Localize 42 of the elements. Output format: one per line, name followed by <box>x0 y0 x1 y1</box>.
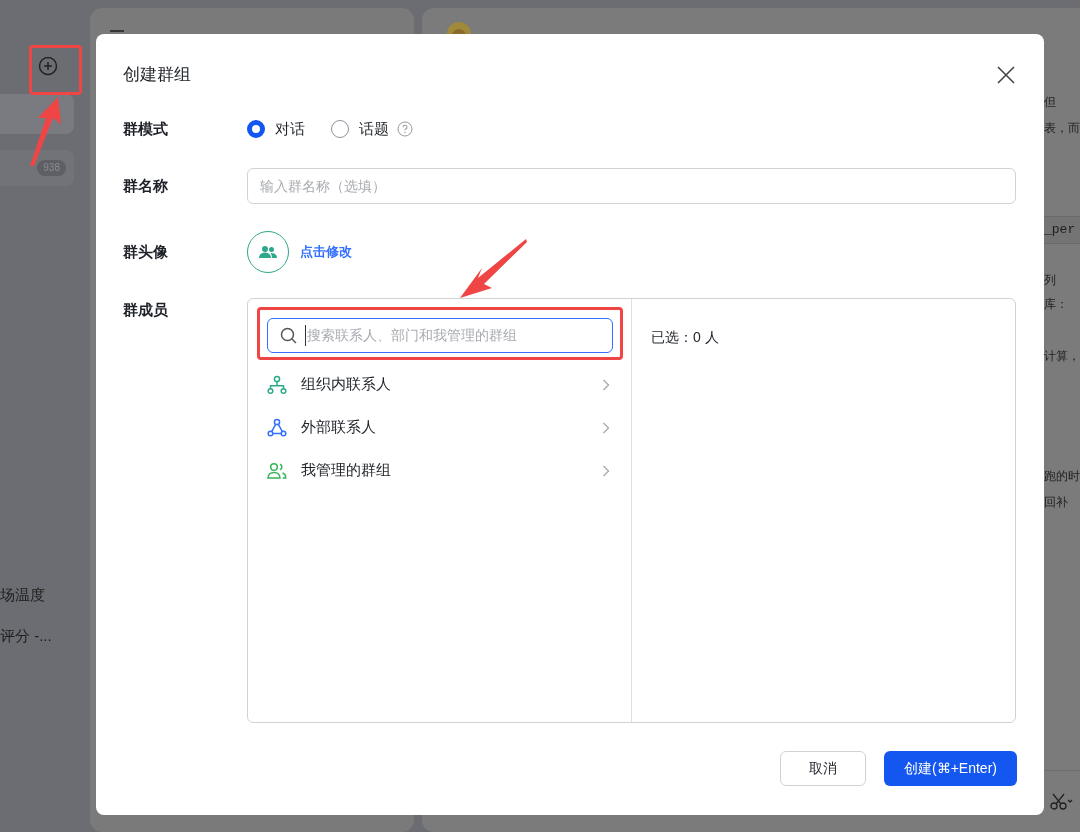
field-label: 群模式 <box>123 118 169 139</box>
group-name-field[interactable]: 输入群名称（选填） <box>247 168 1016 204</box>
search-field[interactable]: 搜索联系人、部门和我管理的群组 <box>267 318 613 353</box>
radio-label[interactable]: 话题 <box>359 117 389 141</box>
chat-item-text: 场温度 <box>0 585 46 605</box>
chevron-icon <box>602 464 610 477</box>
create-button[interactable]: 创建(⌘+Enter) <box>884 751 1017 786</box>
radio-button[interactable] <box>247 120 265 138</box>
help-icon[interactable] <box>397 121 413 137</box>
message-text: 表，而 <box>1044 120 1080 137</box>
people-icon <box>259 245 277 259</box>
message-text: 回补 <box>1044 494 1069 511</box>
code-block: _per <box>1044 216 1080 244</box>
radio-button[interactable] <box>331 120 349 138</box>
radio-label[interactable]: 对话 <box>275 117 305 141</box>
search-icon <box>280 327 297 344</box>
chevron-icon <box>602 378 610 391</box>
close-icon[interactable] <box>997 66 1015 84</box>
category-item[interactable]: 组织内联系人 <box>267 363 612 406</box>
category-item[interactable]: 我管理的群组 <box>267 449 612 492</box>
add-icon[interactable] <box>38 56 58 76</box>
field-label: 群头像 <box>123 241 169 262</box>
annotation-box <box>29 45 82 95</box>
message-text: 但 <box>1044 94 1057 111</box>
triangle-nodes-icon <box>267 417 287 438</box>
chat-item-text: 评分 -... <box>0 625 53 646</box>
edit-avatar-link[interactable]: 点击修改 <box>300 242 352 262</box>
org-chart-icon <box>267 374 287 395</box>
category-item[interactable]: 外部联系人 <box>267 406 612 449</box>
field-label: 群名称 <box>123 175 169 196</box>
annotation-arrow <box>458 238 528 300</box>
message-text: 跑的时 <box>1044 468 1080 485</box>
people-icon <box>267 460 287 481</box>
message-text: 库： <box>1044 296 1069 313</box>
selected-count: 已选：0 人 <box>651 329 719 345</box>
cancel-button[interactable]: 取消 <box>780 751 866 786</box>
message-text: 列 <box>1044 272 1057 289</box>
chevron-icon <box>602 421 610 434</box>
dialog-title: 创建群组 <box>123 64 191 87</box>
message-text: 计算， <box>1044 348 1080 365</box>
field-label: 群成员 <box>123 300 169 320</box>
scissors-icon[interactable] <box>1050 791 1074 812</box>
